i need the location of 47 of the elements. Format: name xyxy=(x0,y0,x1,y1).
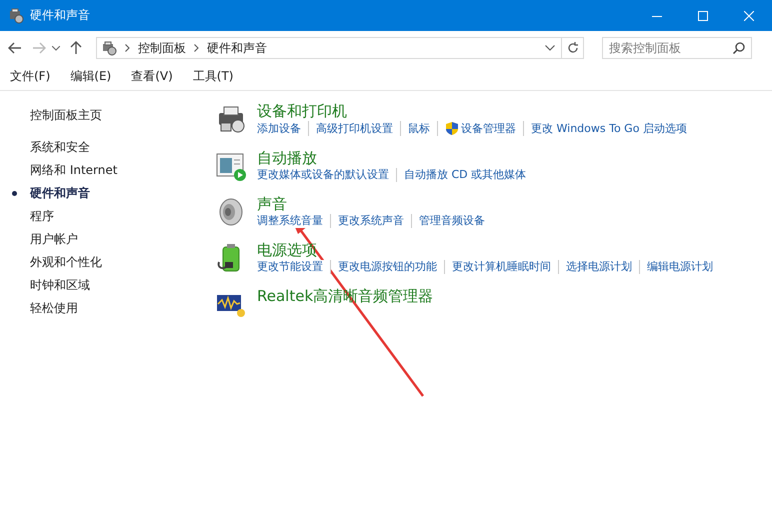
search-icon xyxy=(733,42,745,54)
dropdown-caret-icon[interactable] xyxy=(52,46,60,50)
shield-icon xyxy=(445,121,459,136)
sidebar-item[interactable]: 时钟和区域 xyxy=(30,278,90,292)
menu-item[interactable]: 编辑(E) xyxy=(70,68,112,90)
category-title[interactable]: 电源选项 xyxy=(257,240,762,260)
refresh-icon xyxy=(566,42,578,54)
sidebar-link[interactable]: 控制面板主页 xyxy=(30,107,215,124)
sidebar-item[interactable]: 轻松使用 xyxy=(30,301,78,315)
dropdown-caret-icon[interactable] xyxy=(545,45,555,51)
sidebar-item[interactable]: 硬件和声音 xyxy=(30,186,90,200)
back-arrow-icon[interactable] xyxy=(8,42,22,54)
breadcrumb-item[interactable]: 控制面板 xyxy=(138,40,186,56)
control-panel-icon xyxy=(8,8,24,24)
task-link[interactable]: 更改计算机睡眠时间 xyxy=(452,260,559,274)
sidebar-item[interactable]: 网络和 Internet xyxy=(30,163,118,177)
task-link[interactable]: 设备管理器 xyxy=(445,121,524,136)
task-link[interactable]: 更改电源按钮的功能 xyxy=(338,260,445,274)
category-title[interactable]: 声音 xyxy=(257,194,762,214)
window-title: 硬件和声音 xyxy=(30,7,90,24)
menu-item[interactable]: 查看(V) xyxy=(131,68,173,90)
up-arrow-icon[interactable] xyxy=(70,41,82,55)
menu-item[interactable]: 工具(T) xyxy=(192,68,234,90)
maximize-icon xyxy=(698,10,708,20)
task-link[interactable]: 更改节能设置 xyxy=(257,260,331,274)
menu-item[interactable]: 文件(F) xyxy=(10,68,50,90)
task-link[interactable]: 高级打印机设置 xyxy=(316,121,401,136)
chevron-icon xyxy=(125,44,130,52)
sidebar-item[interactable]: 外观和个性化 xyxy=(30,255,102,269)
task-link[interactable]: 更改媒体或设备的默认设置 xyxy=(257,168,397,182)
chevron-icon xyxy=(194,44,199,52)
category-title[interactable]: 自动播放 xyxy=(257,148,762,168)
control-panel-icon xyxy=(101,40,117,56)
close-icon xyxy=(744,10,754,20)
search-field[interactable]: 搜索控制面板 xyxy=(602,37,752,59)
sidebar-item[interactable]: 程序 xyxy=(30,209,54,223)
breadcrumb-item[interactable]: 硬件和声音 xyxy=(207,40,267,56)
task-link[interactable]: 更改系统声音 xyxy=(338,214,412,228)
task-link[interactable]: 添加设备 xyxy=(257,121,309,136)
sidebar-item[interactable]: 用户帐户 xyxy=(30,232,78,246)
sidebar-item[interactable]: 系统和安全 xyxy=(30,140,90,154)
task-link[interactable]: 鼠标 xyxy=(408,121,438,136)
category-title[interactable]: 设备和打印机 xyxy=(257,101,762,121)
address-bar[interactable]: 控制面板 硬件和声音 xyxy=(96,37,562,59)
refresh-button[interactable] xyxy=(562,37,584,59)
task-link[interactable]: 选择电源计划 xyxy=(566,260,640,274)
task-link[interactable]: 调整系统音量 xyxy=(257,214,331,228)
